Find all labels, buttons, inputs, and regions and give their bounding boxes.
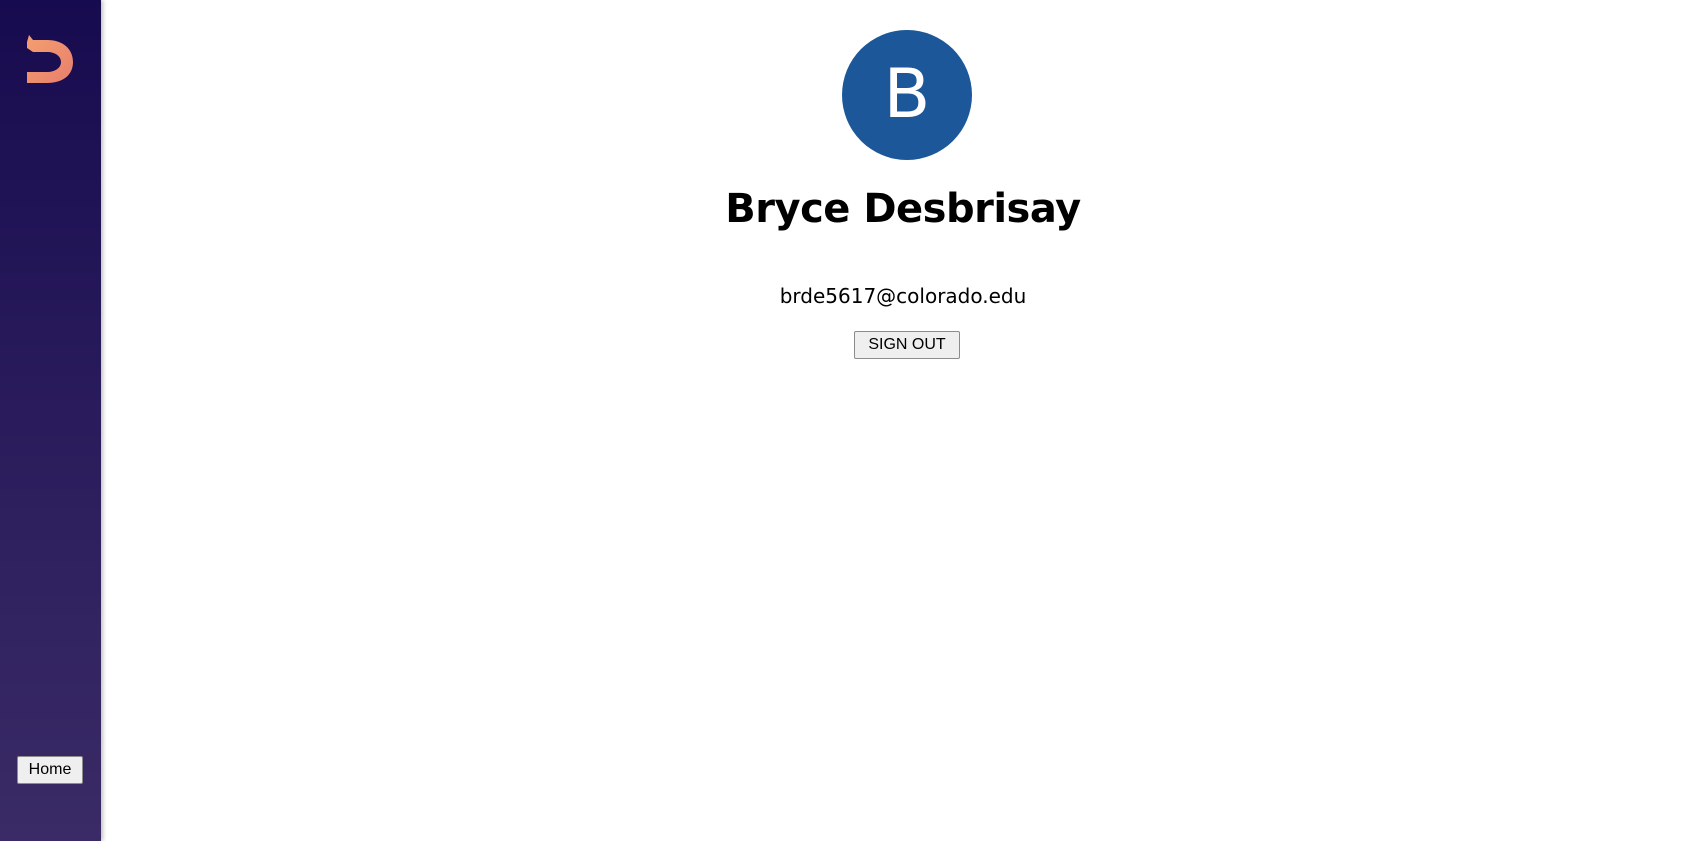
- main-content: B Bryce Desbrisay brde5617@colorado.edu …: [101, 0, 1705, 841]
- sidebar: Home: [0, 0, 101, 841]
- user-name: Bryce Desbrisay: [725, 186, 1081, 232]
- d-logo-icon[interactable]: [25, 32, 75, 84]
- user-email: brde5617@colorado.edu: [779, 284, 1027, 308]
- sign-out-button[interactable]: SIGN OUT: [854, 331, 960, 359]
- avatar: B: [842, 30, 972, 160]
- home-button[interactable]: Home: [17, 756, 83, 784]
